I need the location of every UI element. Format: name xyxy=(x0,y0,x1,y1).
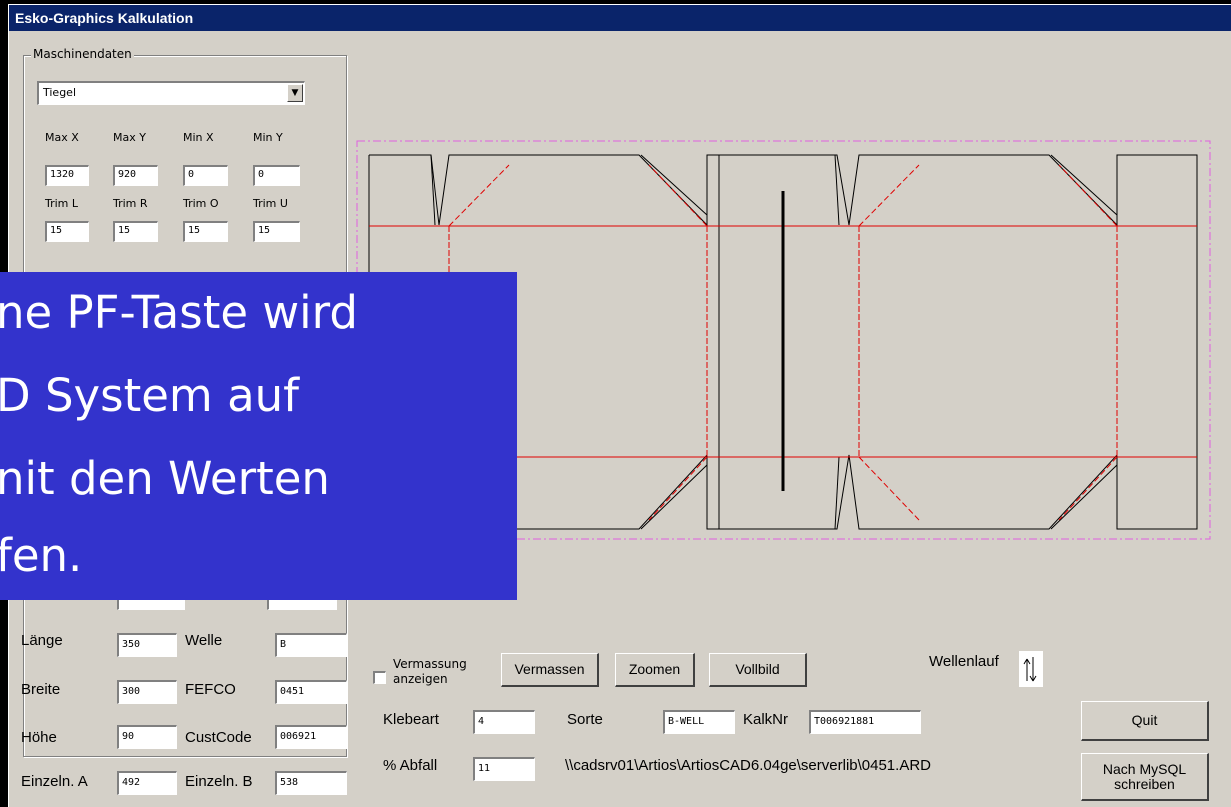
wellenlauf-arrow-box xyxy=(1019,651,1043,687)
max-x-field[interactable]: 1320 xyxy=(45,165,89,186)
einzeln-a-field[interactable]: 492 xyxy=(117,771,177,795)
custcode-field[interactable]: 006921 xyxy=(275,725,347,749)
abfall-label: % Abfall xyxy=(383,757,438,774)
trim-l-field[interactable]: 15 xyxy=(45,221,89,242)
label-min-x: Min X xyxy=(183,131,214,144)
welle-field[interactable]: B xyxy=(275,633,347,657)
vermassung-label: Vermassung anzeigen xyxy=(393,657,467,686)
fefco-field[interactable]: 0451 xyxy=(275,680,347,704)
overlay-line-4: fen. xyxy=(0,529,83,582)
label-trim-u: Trim U xyxy=(253,197,288,210)
machine-select-value: Tiegel xyxy=(43,86,77,99)
max-y-field[interactable]: 920 xyxy=(113,165,158,186)
min-x-field[interactable]: 0 xyxy=(183,165,228,186)
overlay-textbox: ne PF-Taste wird D System auf nit den We… xyxy=(0,272,517,600)
zoomen-button[interactable]: Zoomen xyxy=(615,653,695,687)
label-einzeln-a: Einzeln. A xyxy=(21,773,88,790)
label-min-y: Min Y xyxy=(253,131,283,144)
sorte-field[interactable]: B-WELL xyxy=(663,710,735,734)
label-max-y: Max Y xyxy=(113,131,146,144)
updown-arrow-icon xyxy=(1023,657,1037,682)
wellenlauf-label: Wellenlauf xyxy=(929,653,999,670)
vermassen-button[interactable]: Vermassen xyxy=(501,653,599,687)
trim-r-field[interactable]: 15 xyxy=(113,221,158,242)
quit-button[interactable]: Quit xyxy=(1081,701,1209,741)
vollbild-button[interactable]: Vollbild xyxy=(709,653,807,687)
label-breite: Breite xyxy=(21,681,61,698)
trim-u-field[interactable]: 15 xyxy=(253,221,300,242)
kalknr-label: KalkNr xyxy=(743,711,789,728)
window-title: Esko-Graphics Kalkulation xyxy=(9,5,1231,31)
label-welle: Welle xyxy=(185,632,223,649)
label-trim-l: Trim L xyxy=(45,197,79,210)
kalknr-field[interactable]: T006921881 xyxy=(809,710,921,734)
file-path-label: \\cadsrv01\Artios\ArtiosCAD6.04ge\server… xyxy=(565,757,931,774)
label-trim-r: Trim R xyxy=(113,197,148,210)
label-custcode: CustCode xyxy=(185,729,252,746)
trim-o-field[interactable]: 15 xyxy=(183,221,228,242)
overlay-line-3: nit den Werten xyxy=(0,452,330,505)
mysql-button[interactable]: Nach MySQL schreiben xyxy=(1081,753,1209,801)
klebeart-field[interactable]: 4 xyxy=(473,710,535,734)
abfall-field[interactable]: 11 xyxy=(473,757,535,781)
label-trim-o: Trim O xyxy=(183,197,219,210)
label-hoehe: Höhe xyxy=(21,729,57,746)
overlay-line-2: D System auf xyxy=(0,369,300,422)
label-einzeln-b: Einzeln. B xyxy=(185,773,253,790)
overlay-line-1: ne PF-Taste wird xyxy=(0,286,358,339)
label-fefco: FEFCO xyxy=(185,681,236,698)
maschinendaten-title: Maschinendaten xyxy=(31,47,134,61)
chevron-down-icon[interactable]: ▼ xyxy=(287,84,303,102)
sorte-label: Sorte xyxy=(567,711,603,728)
klebeart-label: Klebeart xyxy=(383,711,439,728)
hoehe-field[interactable]: 90 xyxy=(117,725,177,749)
vermassung-checkbox[interactable] xyxy=(373,671,386,684)
laenge-field[interactable]: 350 xyxy=(117,633,177,657)
label-laenge: Länge xyxy=(21,632,63,649)
label-max-x: Max X xyxy=(45,131,79,144)
breite-field[interactable]: 300 xyxy=(117,680,177,704)
machine-select[interactable]: Tiegel ▼ xyxy=(37,81,305,105)
einzeln-b-field[interactable]: 538 xyxy=(275,771,347,795)
min-y-field[interactable]: 0 xyxy=(253,165,300,186)
